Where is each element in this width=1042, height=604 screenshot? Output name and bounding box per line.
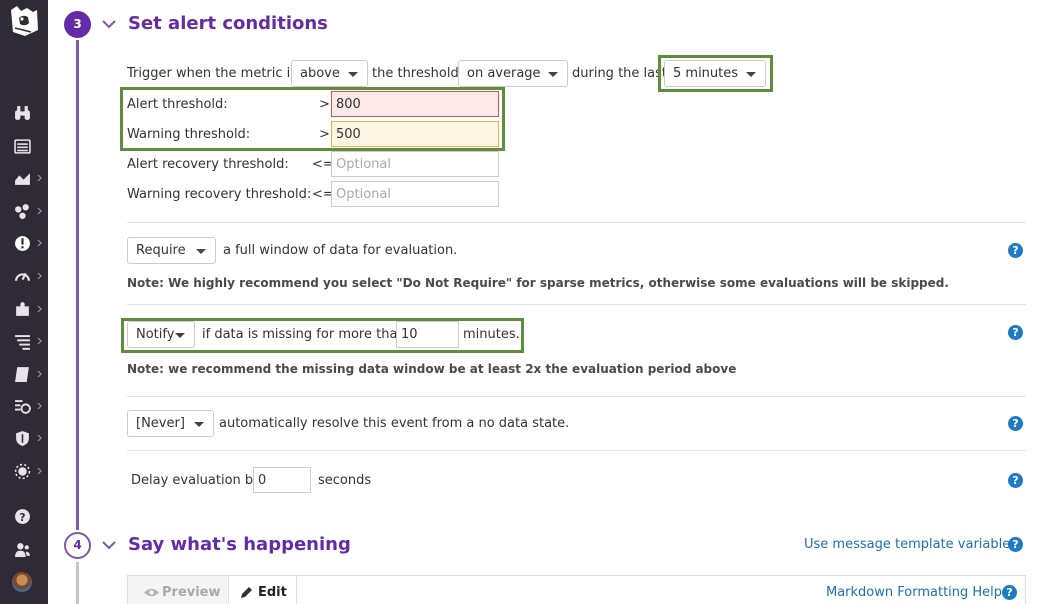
chevron-right-icon [37, 239, 42, 247]
aggregation-select-value: on average [467, 66, 541, 81]
help-icon[interactable]: ? [1008, 416, 1023, 431]
shield-icon [16, 431, 29, 446]
pencil-icon [241, 587, 252, 598]
caret-down-icon [196, 249, 206, 254]
sidebar-item-team[interactable] [0, 535, 48, 563]
chevron-right-icon [37, 434, 42, 442]
auto-resolve-text: automatically resolve this event from a … [219, 416, 570, 431]
sidebar-item-synthetics[interactable] [0, 457, 48, 485]
caret-down-icon [548, 72, 558, 77]
notebook-icon [15, 367, 29, 382]
filter-lines-icon [15, 335, 30, 350]
sidebar-item-dashboards[interactable] [0, 164, 48, 192]
step-4-title[interactable]: Say what's happening [128, 534, 351, 555]
logs-icon [15, 400, 31, 414]
datadog-logo-icon[interactable] [7, 4, 41, 38]
chevron-right-icon [37, 305, 42, 313]
trigger-during-label: during the last [572, 66, 667, 81]
chevron-right-icon [37, 370, 42, 378]
avatar[interactable] [12, 572, 32, 592]
sidebar-item-integrations[interactable] [0, 295, 48, 323]
divider [127, 396, 1026, 397]
tab-edit[interactable]: Edit [229, 576, 297, 604]
delay-evaluation-input[interactable]: 0 [253, 467, 311, 493]
chevron-right-icon [37, 337, 42, 345]
chevron-right-icon [37, 402, 42, 410]
tab-preview[interactable]: Preview [128, 576, 229, 604]
step-3-number: 3 [64, 11, 91, 38]
binoculars-icon [15, 106, 30, 120]
sidebar-item-apm[interactable] [0, 327, 48, 355]
sidebar-item-monitors[interactable] [0, 229, 48, 257]
list-icon [14, 139, 31, 154]
delay-evaluation-unit: seconds [318, 473, 372, 488]
warning-recovery-input[interactable]: Optional [331, 181, 499, 207]
eye-icon [144, 588, 159, 597]
chevron-right-icon [37, 207, 42, 215]
no-data-note: Note: we recommend the missing data wind… [127, 362, 737, 376]
divider [127, 450, 1026, 451]
trigger-mid-label: the threshold [372, 66, 459, 81]
sidebar-item-help[interactable]: ? [0, 502, 48, 530]
highlight-box-no-data [121, 318, 524, 353]
help-icon[interactable]: ? [1008, 473, 1023, 488]
chevron-down-icon[interactable] [101, 19, 117, 29]
help-icon: ? [15, 509, 30, 524]
require-window-text: a full window of data for evaluation. [223, 243, 458, 258]
chevron-right-icon [37, 467, 42, 475]
step-3-title[interactable]: Set alert conditions [128, 13, 328, 34]
chevron-right-icon [37, 272, 42, 280]
synthetics-icon [14, 463, 31, 480]
auto-resolve-value: [Never] [136, 416, 185, 431]
puzzle-icon [16, 302, 29, 316]
require-window-value: Require [136, 243, 186, 258]
help-icon[interactable]: ? [1008, 325, 1023, 340]
comparator-select-value: above [300, 66, 340, 81]
svg-text:?: ? [19, 511, 25, 524]
caret-down-icon [348, 72, 358, 77]
alert-recovery-input[interactable]: Optional [331, 151, 499, 177]
sidebar-item-notebooks[interactable] [0, 360, 48, 388]
area-chart-icon [15, 173, 30, 185]
caret-down-icon [194, 422, 204, 427]
aggregation-select[interactable]: on average [458, 60, 568, 87]
highlight-box-window [658, 55, 773, 92]
hexagons-icon [15, 204, 29, 219]
warning-recovery-label: Warning recovery threshold: [127, 187, 312, 202]
sidebar: ? [0, 0, 48, 604]
message-editor: Preview Edit Markdown Formatting Help ? [127, 575, 1026, 604]
trigger-prefix-label: Trigger when the metric is [127, 66, 298, 81]
help-icon[interactable]: ? [1002, 585, 1017, 600]
help-icon[interactable]: ? [1008, 243, 1023, 258]
sidebar-item-events[interactable] [0, 132, 48, 160]
delay-evaluation-label: Delay evaluation by [131, 473, 261, 488]
highlight-box-thresholds [120, 87, 505, 151]
alert-recovery-label: Alert recovery threshold: [127, 157, 289, 172]
comparator-select[interactable]: above [291, 60, 368, 87]
team-icon [15, 543, 30, 557]
tab-preview-label: Preview [162, 585, 221, 600]
tab-edit-label: Edit [258, 585, 287, 600]
require-window-note: Note: We highly recommend you select "Do… [127, 276, 949, 290]
sidebar-item-security[interactable] [0, 424, 48, 452]
require-window-select[interactable]: Require [127, 237, 216, 264]
markdown-formatting-help-link[interactable]: Markdown Formatting Help [826, 585, 1002, 600]
step-line [76, 40, 79, 530]
step-line-next [76, 562, 79, 604]
chevron-right-icon [37, 174, 42, 182]
alert-icon [15, 236, 30, 251]
auto-resolve-select[interactable]: [Never] [127, 410, 214, 437]
divider [127, 222, 1026, 223]
gauge-icon [15, 272, 30, 281]
sidebar-item-logs[interactable] [0, 392, 48, 420]
step-4-number: 4 [64, 532, 91, 559]
chevron-down-icon[interactable] [101, 540, 117, 550]
sidebar-item-infrastructure[interactable] [0, 197, 48, 225]
sidebar-item-watchdog[interactable] [0, 99, 48, 127]
sidebar-item-metrics[interactable] [0, 262, 48, 290]
message-template-variables-link[interactable]: Use message template variables [804, 537, 1017, 552]
help-icon[interactable]: ? [1008, 537, 1023, 552]
divider [127, 304, 1026, 305]
